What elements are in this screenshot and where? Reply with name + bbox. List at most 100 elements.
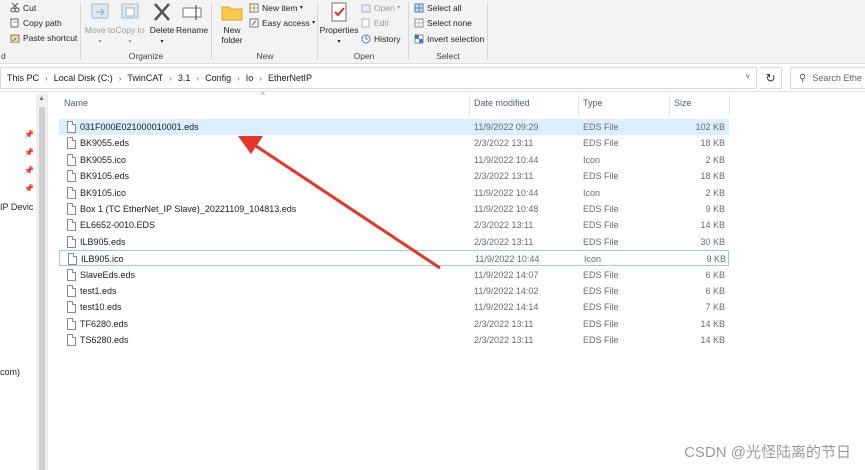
file-row[interactable]: test1.eds 11/9/2022 14:02 EDS File 6 KB [59, 283, 729, 299]
file-type: Icon [583, 154, 601, 165]
column-header-date-modified[interactable]: Date modified [474, 98, 530, 108]
history-button[interactable]: History [361, 31, 400, 46]
file-icon [67, 268, 76, 281]
select-none-button[interactable]: Select none [414, 15, 472, 30]
open-button[interactable]: Open ▾ [361, 0, 400, 15]
column-divider[interactable] [669, 95, 670, 115]
select-group: Select all Select none Invert selection … [410, 0, 486, 64]
file-type: EDS File [583, 138, 619, 149]
file-date-modified: 11/9/2022 10:44 [474, 154, 539, 165]
column-divider[interactable] [729, 95, 730, 115]
file-type: EDS File [583, 236, 619, 247]
scroll-up-icon[interactable]: ▲ [38, 95, 45, 102]
file-date-modified: 2/3/2022 13:11 [474, 236, 534, 247]
file-row[interactable]: ILB905.eds 2/3/2022 13:11 EDS File 30 KB [59, 234, 729, 250]
breadcrumb-item[interactable]: TwinCAT [127, 73, 163, 83]
pin-icon[interactable]: 📌 [24, 184, 34, 193]
new-item-icon [249, 3, 259, 13]
file-type: EDS File [583, 318, 619, 329]
breadcrumb-item[interactable]: Io [246, 73, 254, 83]
file-date-modified: 2/3/2022 13:11 [474, 138, 534, 149]
new-folder-label: New folder [221, 25, 243, 45]
address-history-dropdown-icon[interactable]: ˅ [745, 72, 750, 81]
breadcrumb-chevron-icon[interactable]: › [196, 74, 199, 83]
file-row[interactable]: TF6280.eds 2/3/2022 13:11 EDS File 14 KB [59, 316, 729, 332]
new-folder-button[interactable]: New folder [215, 0, 249, 45]
pin-icon[interactable]: 📌 [24, 130, 34, 139]
file-row[interactable]: SlaveEds.eds 11/9/2022 14:07 EDS File 6 KB [59, 267, 729, 283]
pin-icon[interactable]: 📌 [24, 148, 34, 157]
column-header-name[interactable]: Name [64, 98, 88, 108]
breadcrumb-chevron-icon[interactable]: › [169, 74, 172, 83]
move-to-button[interactable]: Move to ▾ [84, 0, 116, 47]
new-folder-icon [220, 0, 244, 24]
file-icon [67, 235, 76, 248]
file-row[interactable]: BK9055.eds 2/3/2022 13:11 EDS File 18 KB [59, 135, 729, 151]
file-row[interactable]: ILB905.ico 11/9/2022 10:44 Icon 9 KB [59, 250, 729, 267]
file-row[interactable]: test10.eds 11/9/2022 14:14 EDS File 7 KB [59, 299, 729, 315]
file-icon [67, 121, 76, 133]
column-header-size[interactable]: Size [674, 98, 692, 108]
nav-scrollbar-thumb[interactable] [39, 107, 45, 470]
ribbon-separator [211, 2, 212, 60]
file-name: BK9055.ico [80, 154, 127, 165]
file-type: EDS File [583, 335, 619, 346]
rename-button[interactable]: Rename [176, 0, 208, 35]
cut-button[interactable]: Cut [10, 0, 36, 15]
file-size: 18 KB [700, 171, 725, 182]
search-box[interactable]: ⚲ Search Ethe [790, 67, 865, 89]
open-group-label: Open [353, 51, 375, 61]
breadcrumb-chevron-icon[interactable]: › [45, 74, 48, 83]
breadcrumb-chevron-icon[interactable]: › [259, 74, 262, 83]
easy-access-label: Easy access [262, 17, 310, 28]
new-group-label: New [256, 51, 274, 61]
breadcrumb-item[interactable]: 3.1 [178, 73, 191, 83]
address-bar[interactable]: This PC › Local Disk (C:) › TwinCAT › 3.1 › Conf… [0, 67, 757, 89]
file-row[interactable]: 031F000E021000010001.eds 11/9/2022 09:29 E… [59, 119, 729, 135]
refresh-button[interactable]: ↻ [760, 67, 782, 89]
file-name: test10.eds [80, 302, 122, 313]
breadcrumb-item[interactable]: EtherNetIP [268, 73, 312, 83]
file-row[interactable]: BK9105.ico 11/9/2022 10:44 Icon 2 KB [59, 185, 729, 201]
copy-path-button[interactable]: Copy path [10, 15, 62, 30]
invert-selection-button[interactable]: Invert selection [414, 31, 484, 46]
file-row[interactable]: TS6280.eds 2/3/2022 13:11 EDS File 14 KB [59, 332, 729, 348]
select-all-button[interactable]: Select all [414, 0, 462, 15]
breadcrumb-item[interactable]: This PC [7, 73, 39, 83]
breadcrumb-item[interactable]: Config [205, 73, 231, 83]
ribbon-separator [317, 2, 318, 60]
nav-item-ip-device[interactable]: IP Devic [0, 202, 33, 212]
file-date-modified: 11/9/2022 14:02 [474, 286, 539, 296]
file-name: ILB905.eds [80, 236, 126, 247]
new-item-button[interactable]: New item ▾ [249, 0, 303, 15]
edit-button[interactable]: Edit [361, 15, 389, 30]
nav-item-com[interactable]: com) [0, 367, 20, 377]
breadcrumb-chevron-icon[interactable]: › [119, 74, 122, 83]
delete-button[interactable]: Delete ▾ [146, 0, 178, 47]
file-row[interactable]: BK9105.eds 2/3/2022 13:11 EDS File 18 KB [59, 168, 729, 184]
paste-shortcut-button[interactable]: Paste shortcut [10, 30, 77, 45]
pin-icon[interactable]: 📌 [24, 166, 34, 175]
breadcrumb-chevron-icon[interactable]: › [237, 74, 240, 83]
nav-scrollbar[interactable]: ▲ [36, 93, 47, 470]
file-name: TS6280.eds [80, 335, 129, 346]
column-header-type[interactable]: Type [583, 98, 603, 108]
copy-to-label: Copy to [115, 25, 145, 35]
copy-to-button[interactable]: Copy to ▾ [114, 0, 146, 47]
column-divider[interactable] [578, 95, 579, 115]
column-divider[interactable] [469, 95, 470, 115]
ribbon: Cut Copy path Paste shortcut d Move to ▾… [0, 0, 865, 64]
cut-label: Cut [23, 2, 37, 13]
select-group-label: Select [436, 51, 460, 61]
easy-access-button[interactable]: Easy access ▾ [249, 15, 315, 30]
breadcrumb-item[interactable]: Local Disk (C:) [54, 73, 113, 83]
properties-button[interactable]: Properties ▾ [319, 0, 359, 47]
file-size: 6 KB [705, 269, 725, 280]
delete-x-icon [150, 0, 174, 24]
file-row[interactable]: Box 1 (TC EtherNet_IP Slave)_20221109_10… [59, 201, 729, 217]
file-row[interactable]: EL6652-0010.EDS 2/3/2022 13:11 EDS File 14 … [59, 217, 729, 233]
file-icon [67, 334, 76, 347]
file-row[interactable]: BK9055.ico 11/9/2022 10:44 Icon 2 KB [59, 152, 729, 168]
invert-selection-label: Invert selection [427, 33, 485, 44]
file-name: Box 1 (TC EtherNet_IP Slave)_20221109_10… [80, 204, 297, 214]
